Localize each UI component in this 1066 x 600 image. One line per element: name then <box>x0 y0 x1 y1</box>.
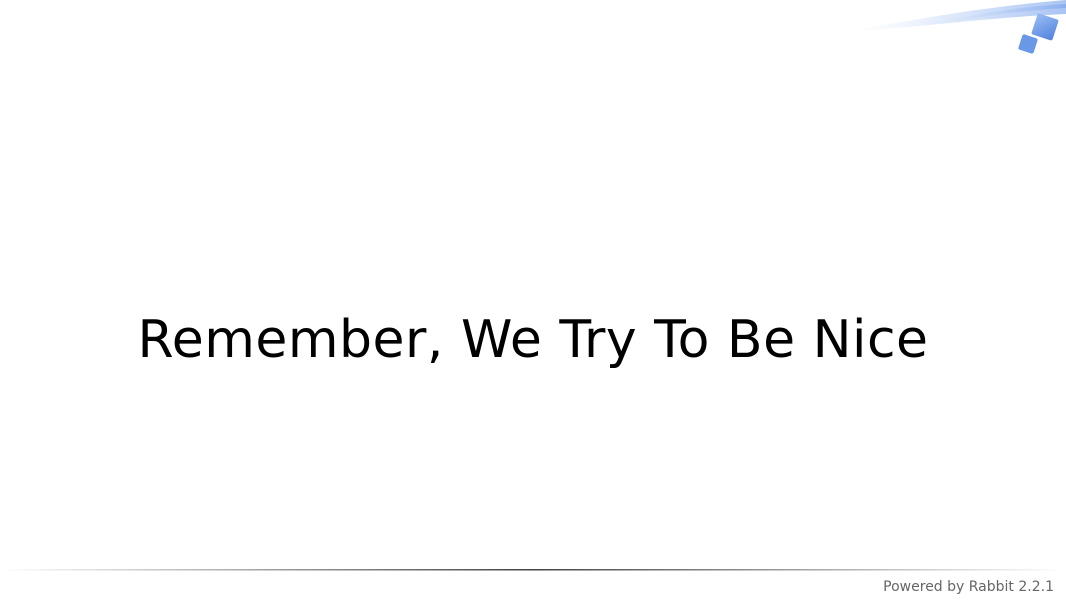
slide-title: Remember, We Try To Be Nice <box>137 310 929 370</box>
footer-credit: Powered by Rabbit 2.2.1 <box>883 579 1054 595</box>
slide: Remember, We Try To Be Nice Powered by R… <box>0 0 1066 600</box>
footer-divider <box>0 569 1066 571</box>
blue-diamond-logo-icon <box>1018 13 1059 54</box>
